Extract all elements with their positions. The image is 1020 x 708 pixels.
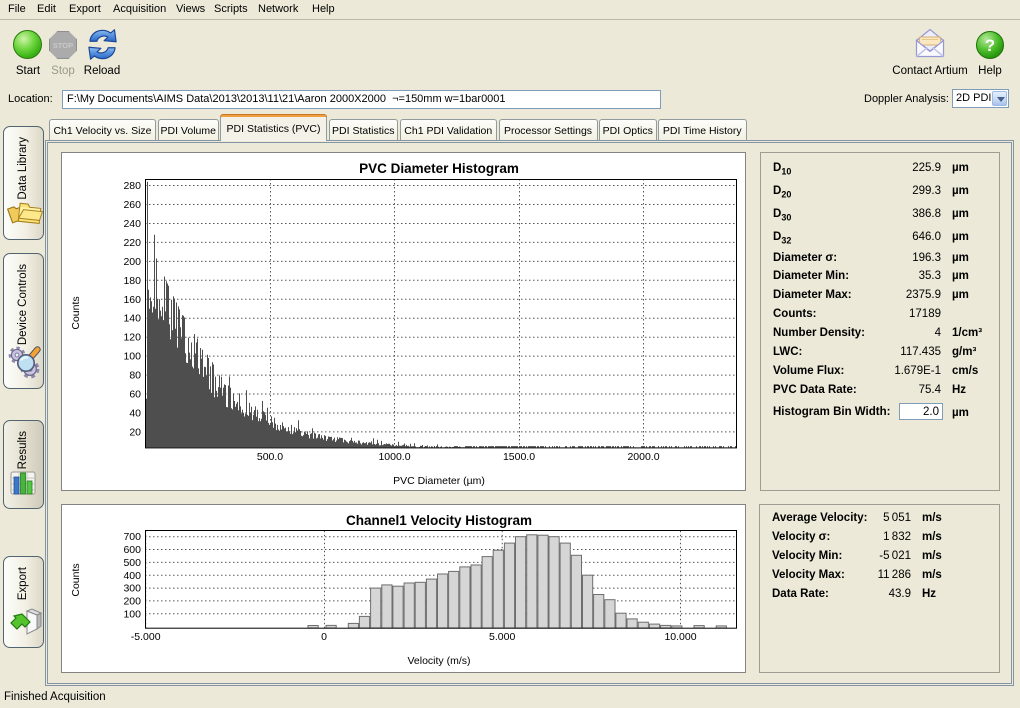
- svg-text:20: 20: [129, 426, 141, 438]
- svg-text:Channel1 Velocity Histogram: Channel1 Velocity Histogram: [346, 513, 532, 528]
- svg-text:PVC Diameter Histogram: PVC Diameter Histogram: [359, 161, 519, 176]
- svg-text:Counts: Counts: [70, 563, 82, 596]
- svg-text:120: 120: [123, 332, 141, 344]
- svg-text:300: 300: [123, 583, 141, 595]
- svg-text:100: 100: [123, 351, 141, 363]
- svg-text:140: 140: [123, 313, 141, 325]
- svg-text:500: 500: [123, 557, 141, 569]
- svg-text:600: 600: [123, 544, 141, 556]
- svg-text:PVC Diameter (µm): PVC Diameter (µm): [393, 475, 485, 487]
- svg-text:5.000: 5.000: [489, 631, 515, 643]
- svg-text:1500.0: 1500.0: [503, 451, 535, 463]
- svg-text:Velocity (m/s): Velocity (m/s): [407, 655, 470, 667]
- svg-text:260: 260: [123, 199, 141, 211]
- svg-text:100: 100: [123, 608, 141, 620]
- svg-text:10.000: 10.000: [664, 631, 696, 643]
- svg-text:-5.000: -5.000: [131, 631, 161, 643]
- svg-text:240: 240: [123, 218, 141, 230]
- svg-text:40: 40: [129, 408, 141, 420]
- svg-text:200: 200: [123, 595, 141, 607]
- svg-text:0: 0: [321, 631, 327, 643]
- svg-text:1000.0: 1000.0: [378, 451, 410, 463]
- svg-text:80: 80: [129, 370, 141, 382]
- svg-text:Counts: Counts: [70, 296, 82, 329]
- svg-text:400: 400: [123, 570, 141, 582]
- svg-text:700: 700: [123, 531, 141, 543]
- svg-text:500.0: 500.0: [257, 451, 283, 463]
- svg-text:200: 200: [123, 256, 141, 268]
- svg-text:280: 280: [123, 180, 141, 192]
- svg-text:160: 160: [123, 294, 141, 306]
- svg-text:2000.0: 2000.0: [627, 451, 659, 463]
- svg-text:220: 220: [123, 237, 141, 249]
- svg-text:60: 60: [129, 389, 141, 401]
- svg-text:180: 180: [123, 275, 141, 287]
